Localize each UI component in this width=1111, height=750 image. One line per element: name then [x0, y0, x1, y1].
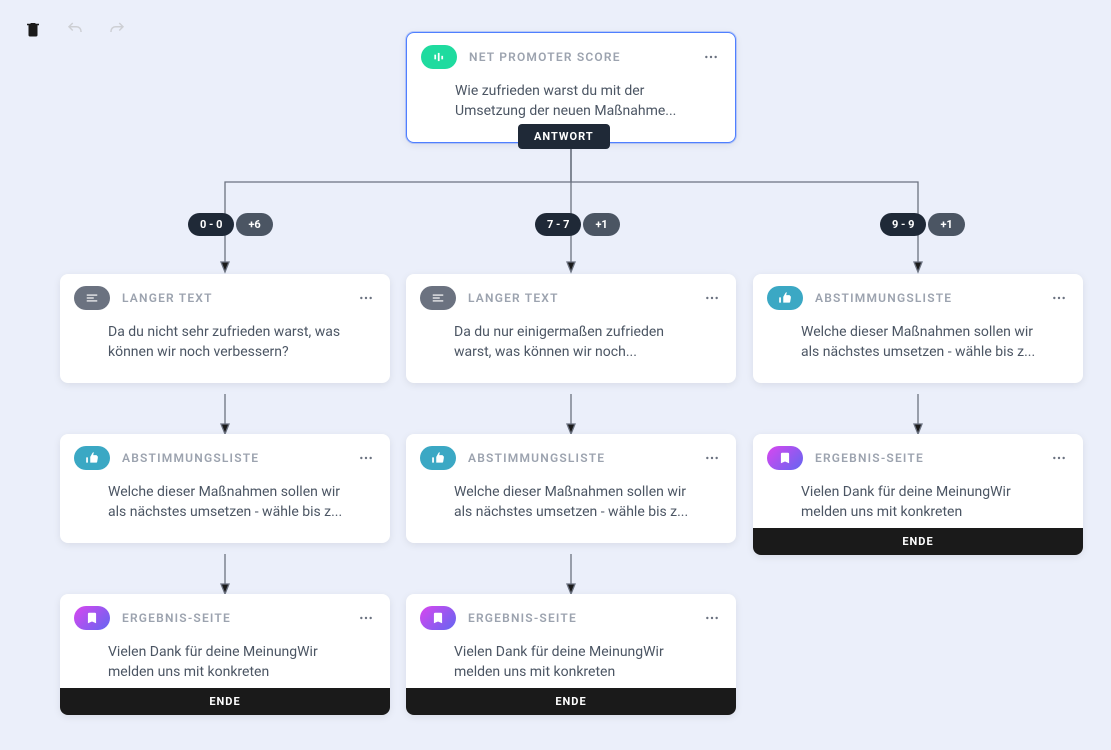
card-body: Welche dieser Maßnahmen sollen wir als n…	[406, 482, 736, 543]
type-label: ERGEBNIS-SEITE	[122, 611, 344, 625]
type-label: ERGEBNIS-SEITE	[468, 611, 690, 625]
card-menu[interactable]	[1049, 448, 1069, 468]
type-label: ABSTIMMUNGSLISTE	[815, 291, 1037, 305]
branch-pill-1: 0 - 0 +6	[188, 213, 273, 236]
type-label: LANGER TEXT	[122, 291, 344, 305]
card-menu[interactable]	[702, 288, 722, 308]
col2-card3[interactable]: ERGEBNIS-SEITE Vielen Dank für deine Mei…	[406, 594, 736, 715]
ende-bar: ENDE	[753, 528, 1083, 555]
card-menu[interactable]	[702, 608, 722, 628]
branch-pill-3: 9 - 9 +1	[880, 213, 965, 236]
ende-bar: ENDE	[406, 688, 736, 715]
text-icon	[420, 286, 456, 310]
result-icon	[420, 606, 456, 630]
canvas: NET PROMOTER SCORE Wie zufrieden warst d…	[0, 0, 1111, 750]
card-menu[interactable]	[702, 448, 722, 468]
result-icon	[767, 446, 803, 470]
card-body: Da du nur einigermaßen zufrieden warst, …	[406, 322, 736, 383]
col3-card2[interactable]: ERGEBNIS-SEITE Vielen Dank für deine Mei…	[753, 434, 1083, 555]
col2-card2[interactable]: ABSTIMMUNGSLISTE Welche dieser Maßnahmen…	[406, 434, 736, 543]
card-menu[interactable]	[701, 47, 721, 67]
answer-badge: ANTWORT	[518, 124, 610, 149]
card-menu[interactable]	[1049, 288, 1069, 308]
type-label: ERGEBNIS-SEITE	[815, 451, 1037, 465]
col1-card3[interactable]: ERGEBNIS-SEITE Vielen Dank für deine Mei…	[60, 594, 390, 715]
col2-card1[interactable]: LANGER TEXT Da du nur einigermaßen zufri…	[406, 274, 736, 383]
col3-card1[interactable]: ABSTIMMUNGSLISTE Welche dieser Maßnahmen…	[753, 274, 1083, 383]
card-menu[interactable]	[356, 448, 376, 468]
col1-card1[interactable]: LANGER TEXT Da du nicht sehr zufrieden w…	[60, 274, 390, 383]
card-body: Welche dieser Maßnahmen sollen wir als n…	[60, 482, 390, 543]
type-label: ABSTIMMUNGSLISTE	[468, 451, 690, 465]
nps-icon	[421, 45, 457, 69]
col1-card2[interactable]: ABSTIMMUNGSLISTE Welche dieser Maßnahmen…	[60, 434, 390, 543]
vote-icon	[74, 446, 110, 470]
card-menu[interactable]	[356, 608, 376, 628]
type-label: ABSTIMMUNGSLISTE	[122, 451, 344, 465]
result-icon	[74, 606, 110, 630]
type-label: NET PROMOTER SCORE	[469, 50, 689, 64]
type-label: LANGER TEXT	[468, 291, 690, 305]
card-body: Welche dieser Maßnahmen sollen wir als n…	[753, 322, 1083, 383]
text-icon	[74, 286, 110, 310]
ende-bar: ENDE	[60, 688, 390, 715]
branch-pill-2: 7 - 7 +1	[535, 213, 620, 236]
card-menu[interactable]	[356, 288, 376, 308]
card-body: Da du nicht sehr zufrieden warst, was kö…	[60, 322, 390, 383]
vote-icon	[767, 286, 803, 310]
vote-icon	[420, 446, 456, 470]
